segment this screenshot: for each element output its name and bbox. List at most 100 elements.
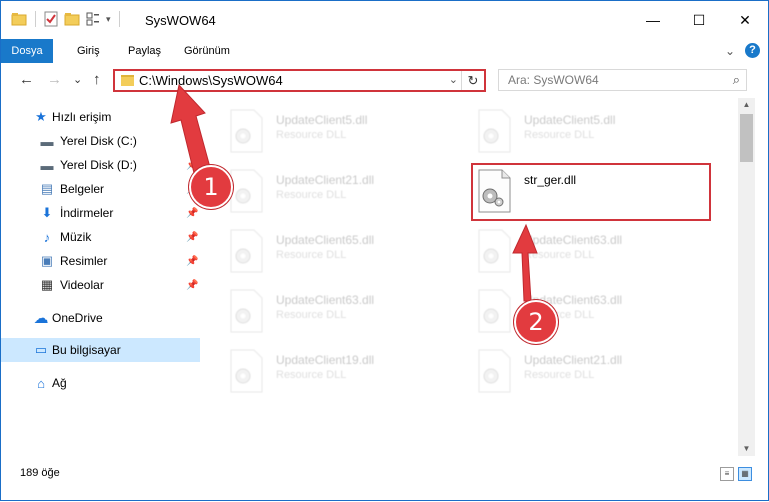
title-bar: ▾ SysWOW64 — ☐ ✕ (1, 1, 768, 39)
file-name: UpdateClient19.dll (276, 353, 375, 367)
sidebar-item-label: Yerel Disk (C:) (60, 134, 137, 148)
file-tile[interactable]: UpdateClient21.dll Resource DLL (228, 167, 448, 219)
toolbar-separator (35, 11, 36, 27)
chevron-down-icon[interactable]: ⌄ (449, 73, 458, 86)
file-name: UpdateClient21.dll (276, 173, 375, 187)
scroll-up-arrow-icon[interactable]: ▲ (738, 98, 755, 112)
dll-file-icon (478, 349, 511, 393)
refresh-icon[interactable]: ↻ (461, 71, 484, 90)
vertical-scrollbar[interactable]: ▲ ▼ (738, 98, 755, 456)
sidebar-item-local-disk-d[interactable]: ▬ Yerel Disk (D:) 📌 (1, 153, 200, 177)
quick-access-toolbar: ▾ (11, 11, 122, 27)
pin-icon: 📌 (186, 231, 199, 243)
minimize-button[interactable]: — (630, 1, 676, 39)
help-icon[interactable]: ? (745, 43, 760, 58)
address-path: C:\Windows\SysWOW64 (139, 73, 283, 88)
navigation-pane: ★ Hızlı erişim ▬ Yerel Disk (C:) ▬ Yerel… (1, 101, 201, 451)
sidebar-item-this-pc[interactable]: ▭ Bu bilgisayar (1, 338, 200, 362)
file-name: UpdateClient21.dll (524, 353, 623, 367)
folder-icon (121, 75, 134, 86)
tab-view[interactable]: Görünüm (184, 39, 230, 63)
file-tile[interactable]: UpdateClient5.dll Resource DLL (228, 107, 448, 159)
file-tile[interactable]: UpdateClient19.dll Resource DLL (228, 347, 448, 399)
videos-icon: ▦ (40, 277, 54, 292)
new-folder-icon[interactable] (64, 12, 80, 26)
file-name: UpdateClient63.dll (276, 293, 375, 307)
sidebar-item-label: Resimler (60, 254, 108, 268)
tab-share[interactable]: Paylaş (128, 39, 161, 63)
file-description: Resource DLL (524, 129, 595, 141)
file-name: UpdateClient5.dll (524, 113, 616, 127)
status-bar: 189 öğe ≡ ▦ (1, 461, 768, 491)
sidebar-item-downloads[interactable]: ⬇ İndirmeler 📌 (1, 201, 200, 225)
file-description: Resource DLL (276, 189, 347, 201)
step-badge-1: 1 (189, 165, 233, 209)
file-tile[interactable]: UpdateClient63.dll Resource DLL (228, 287, 448, 339)
properties-icon[interactable] (44, 11, 58, 27)
pictures-icon: ▣ (40, 253, 54, 268)
recent-locations-icon[interactable]: ⌄ (73, 73, 82, 86)
file-highlight-box (471, 163, 711, 221)
sidebar-item-label: Yerel Disk (D:) (60, 158, 137, 172)
forward-icon[interactable]: → (47, 71, 62, 88)
dll-file-icon (478, 229, 511, 273)
dll-file-icon (478, 109, 511, 153)
sidebar-item-onedrive[interactable]: ☁ OneDrive (1, 306, 200, 330)
network-icon: ⌂ (37, 375, 45, 391)
file-tile[interactable]: UpdateClient65.dll Resource DLL (228, 227, 448, 279)
ribbon-tabs: Dosya Giriş Paylaş Görünüm ⌄ ? (1, 39, 768, 91)
sidebar-item-local-disk-c[interactable]: ▬ Yerel Disk (C:) (1, 129, 200, 153)
file-tile[interactable]: UpdateClient63.dll Resource DLL (476, 227, 696, 279)
star-icon: ★ (35, 109, 47, 124)
back-icon[interactable]: ← (19, 71, 34, 88)
sidebar-item-label: Belgeler (60, 182, 105, 196)
item-count: 189 öğe (20, 467, 60, 479)
sidebar-item-network[interactable]: ⌂ Ağ (1, 371, 200, 395)
file-tile[interactable]: UpdateClient5.dll Resource DLL (476, 107, 696, 159)
scrollbar-thumb[interactable] (740, 114, 753, 162)
window-controls: — ☐ ✕ (630, 1, 768, 39)
dll-file-icon (230, 349, 263, 393)
view-switcher: ≡ ▦ (720, 467, 752, 481)
step-badge-2: 2 (514, 300, 558, 344)
expand-ribbon-icon[interactable]: ⌄ (725, 44, 735, 58)
pin-icon: 📌 (186, 279, 199, 291)
file-description: Resource DLL (276, 309, 347, 321)
ribbon-controls: ⌄ ? (725, 43, 760, 58)
search-placeholder: Ara: SysWOW64 (508, 73, 599, 87)
folder-icon[interactable] (11, 12, 27, 26)
sidebar-item-quick-access[interactable]: ★ Hızlı erişim (1, 105, 200, 129)
dll-file-icon (478, 289, 511, 333)
sidebar-item-label: OneDrive (52, 311, 103, 325)
file-tile[interactable]: UpdateClient63.dll Resource DLL (476, 287, 696, 339)
address-bar[interactable]: C:\Windows\SysWOW64 ⌄ ↻ (113, 69, 486, 92)
up-icon[interactable]: ↑ (93, 71, 101, 88)
drive-icon: ▬ (40, 133, 54, 149)
view-options-icon[interactable] (86, 12, 100, 26)
sidebar-item-label: İndirmeler (60, 206, 114, 220)
search-input[interactable]: Ara: SysWOW64 ⌕ (498, 69, 747, 91)
close-button[interactable]: ✕ (722, 1, 768, 39)
file-description: Resource DLL (524, 369, 595, 381)
tiles-view-icon[interactable]: ▦ (738, 467, 752, 481)
dll-file-icon (230, 169, 263, 213)
sidebar-item-music[interactable]: ♪ Müzik 📌 (1, 225, 200, 249)
maximize-button[interactable]: ☐ (676, 1, 722, 39)
sidebar-item-pictures[interactable]: ▣ Resimler 📌 (1, 249, 200, 273)
sidebar-item-documents[interactable]: ▤ Belgeler 📌 (1, 177, 200, 201)
sidebar-item-videos[interactable]: ▦ Videolar 📌 (1, 273, 200, 297)
file-description: Resource DLL (276, 369, 347, 381)
pin-icon: 📌 (186, 255, 199, 267)
file-tile[interactable]: UpdateClient21.dll Resource DLL (476, 347, 696, 399)
chevron-down-icon[interactable]: ▾ (106, 14, 111, 25)
toolbar-separator (118, 11, 120, 27)
window-title: SysWOW64 (145, 13, 216, 28)
file-description: Resource DLL (524, 249, 595, 261)
sidebar-item-label: Müzik (60, 230, 92, 244)
scroll-down-arrow-icon[interactable]: ▼ (738, 442, 755, 456)
tab-home[interactable]: Giriş (77, 39, 100, 63)
documents-icon: ▤ (40, 181, 54, 196)
sidebar-item-label: Hızlı erişim (52, 110, 112, 124)
dll-file-icon (230, 229, 263, 273)
details-view-icon[interactable]: ≡ (720, 467, 734, 481)
